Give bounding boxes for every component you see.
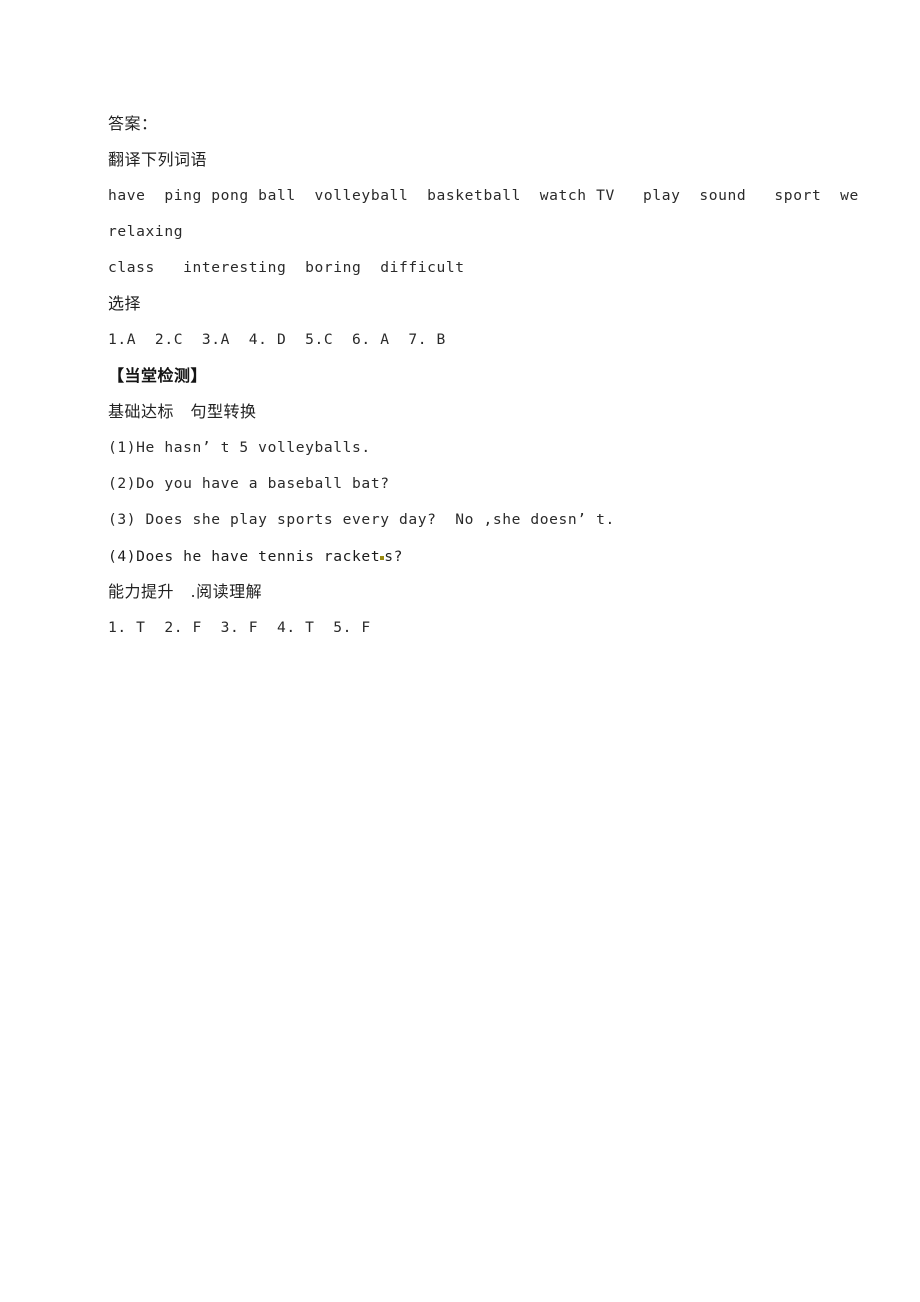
translate-heading: 翻译下列词语 xyxy=(108,150,208,169)
transform-1: (1)He hasn’ t 5 volleyballs. xyxy=(108,439,371,456)
transform-4-text: (4)Does he have tennis racket xyxy=(108,548,381,565)
vocab-line-3: class interesting boring difficult xyxy=(108,259,465,276)
answer-heading: 答案： xyxy=(108,114,158,133)
transform-4-text-tail: s? xyxy=(384,548,403,565)
vocab-line-2: relaxing xyxy=(108,223,184,240)
document-page: 答案： 翻译下列词语 have ping pong ball volleybal… xyxy=(0,0,920,1302)
document-text-body: 答案： 翻译下列词语 have ping pong ball volleybal… xyxy=(108,106,868,646)
section-heading-test: 【当堂检测】 xyxy=(108,366,208,385)
ability-heading: 能力提升 .阅读理解 xyxy=(108,582,263,601)
transform-4: (4)Does he have tennis racket s? xyxy=(108,538,868,574)
transform-3: (3) Does she play sports every day? No ,… xyxy=(108,511,615,528)
transform-2: (2)Do you have a baseball bat? xyxy=(108,475,390,492)
choice-answers: 1.A 2.C 3.A 4. D 5.C 6. A 7. B xyxy=(108,331,446,348)
vocab-line-1: have ping pong ball volleyball basketbal… xyxy=(108,187,859,204)
reading-answers: 1. T 2. F 3. F 4. T 5. F xyxy=(108,619,371,636)
choice-heading: 选择 xyxy=(108,294,142,313)
basic-heading: 基础达标 句型转换 xyxy=(108,402,257,421)
